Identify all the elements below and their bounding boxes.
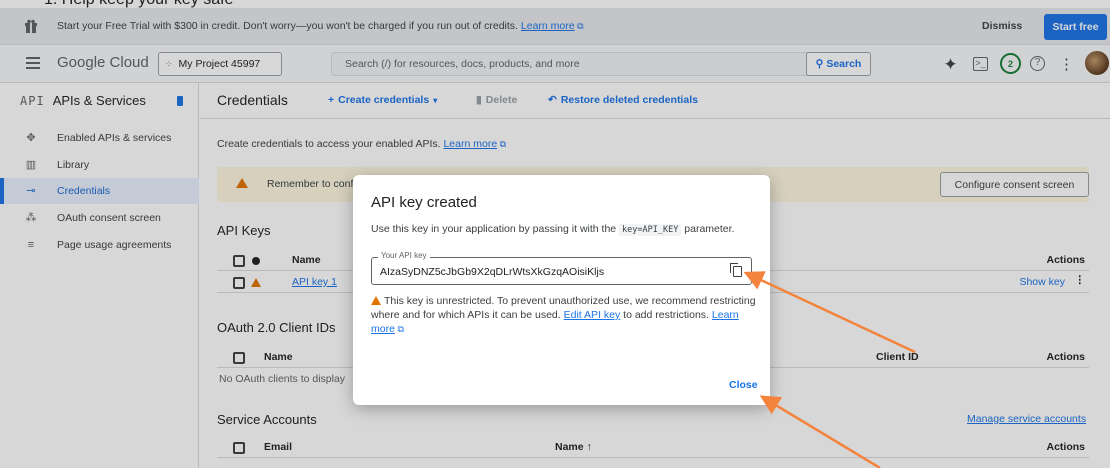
dialog-title: API key created — [371, 194, 477, 211]
api-key-value[interactable]: AIzaSyDNZ5cJbGb9X2qDLrWtsXkGzqAOisiKljs — [380, 266, 604, 278]
param-code: key=API_KEY — [619, 224, 682, 236]
dialog-description: Use this key in your application by pass… — [371, 223, 735, 236]
copy-icon[interactable] — [730, 263, 742, 277]
unrestricted-warning: This key is unrestricted. To prevent una… — [371, 295, 756, 335]
api-key-label: Your API key — [378, 251, 430, 260]
close-button[interactable]: Close — [729, 379, 758, 391]
warning-icon — [371, 296, 381, 305]
api-key-field[interactable]: Your API key AIzaSyDNZ5cJbGb9X2qDLrWtsXk… — [371, 251, 752, 285]
edit-api-key-link[interactable]: Edit API key — [564, 309, 621, 321]
api-key-created-dialog: API key created Use this key in your app… — [353, 175, 770, 405]
external-link-icon: ⧉ — [394, 324, 404, 334]
